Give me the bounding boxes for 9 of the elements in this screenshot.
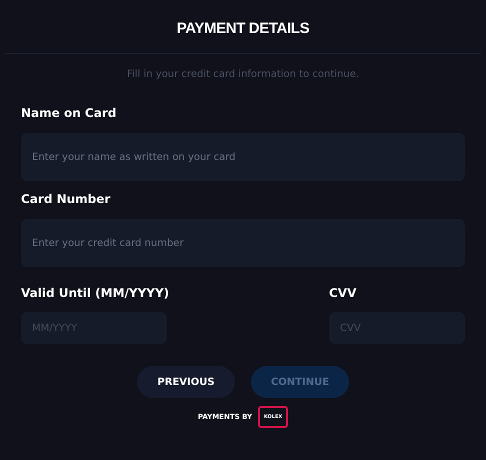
- field-label: Name on Card: [21, 106, 118, 121]
- input-field[interactable]: Enter your name as written on your card: [21, 133, 465, 181]
- subtitle: Fill in your credit card information to continue.: [126, 68, 360, 82]
- previous-button[interactable]: PREVIOUS: [137, 366, 235, 398]
- field-label: CVV: [329, 286, 358, 301]
- input-field[interactable]: Enter your credit card number: [21, 219, 465, 267]
- page-title: PAYMENT DETAILS: [176, 19, 310, 40]
- field-label: Card Number: [21, 192, 112, 207]
- field-label: Valid Until (MM/YYYY): [21, 286, 167, 301]
